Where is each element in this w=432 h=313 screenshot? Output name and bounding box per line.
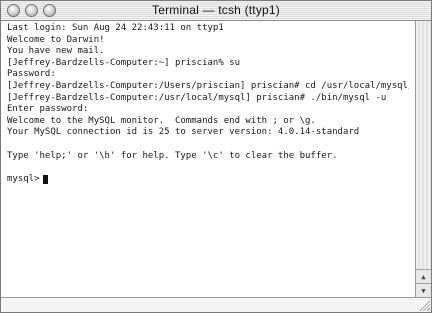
- vertical-scrollbar[interactable]: ▲ ▼: [415, 21, 431, 297]
- scroll-down-arrow-icon[interactable]: ▼: [416, 283, 431, 297]
- terminal-line: [Jeffrey-Bardzells-Computer:~] priscian%…: [7, 57, 240, 68]
- terminal-line: Enter password:: [7, 104, 89, 115]
- resize-grip-icon[interactable]: [418, 299, 430, 311]
- title-bar[interactable]: Terminal — tcsh (ttyp1): [1, 1, 431, 21]
- window-title: Terminal — tcsh (ttyp1): [152, 3, 280, 17]
- scroll-up-arrow-icon[interactable]: ▲: [416, 269, 431, 283]
- text-cursor: [42, 175, 48, 185]
- terminal-line: [Jeffrey-Bardzells-Computer:/Users/prisc…: [7, 80, 409, 91]
- terminal-line: [Jeffrey-Bardzells-Computer:/usr/local/m…: [7, 92, 387, 103]
- mysql-prompt: mysql>: [7, 173, 40, 184]
- prompt-line[interactable]: mysql>: [7, 174, 409, 186]
- terminal-line: Password:: [7, 69, 56, 80]
- terminal-line: You have new mail.: [7, 46, 105, 57]
- terminal-line: Type 'help;' or '\h' for help. Type '\c'…: [7, 150, 338, 161]
- window-bottom-bar: [1, 297, 431, 312]
- terminal-output[interactable]: Last login: Sun Aug 24 22:43:11 on ttyp1…: [1, 21, 415, 297]
- terminal-line: Welcome to Darwin!: [7, 34, 105, 45]
- terminal-line: Welcome to the MySQL monitor. Commands e…: [7, 115, 316, 126]
- terminal-line: Last login: Sun Aug 24 22:43:11 on ttyp1: [7, 23, 224, 33]
- terminal-window: Terminal — tcsh (ttyp1) Last login: Sun …: [0, 0, 432, 313]
- terminal-line: Your MySQL connection id is 25 to server…: [7, 127, 360, 138]
